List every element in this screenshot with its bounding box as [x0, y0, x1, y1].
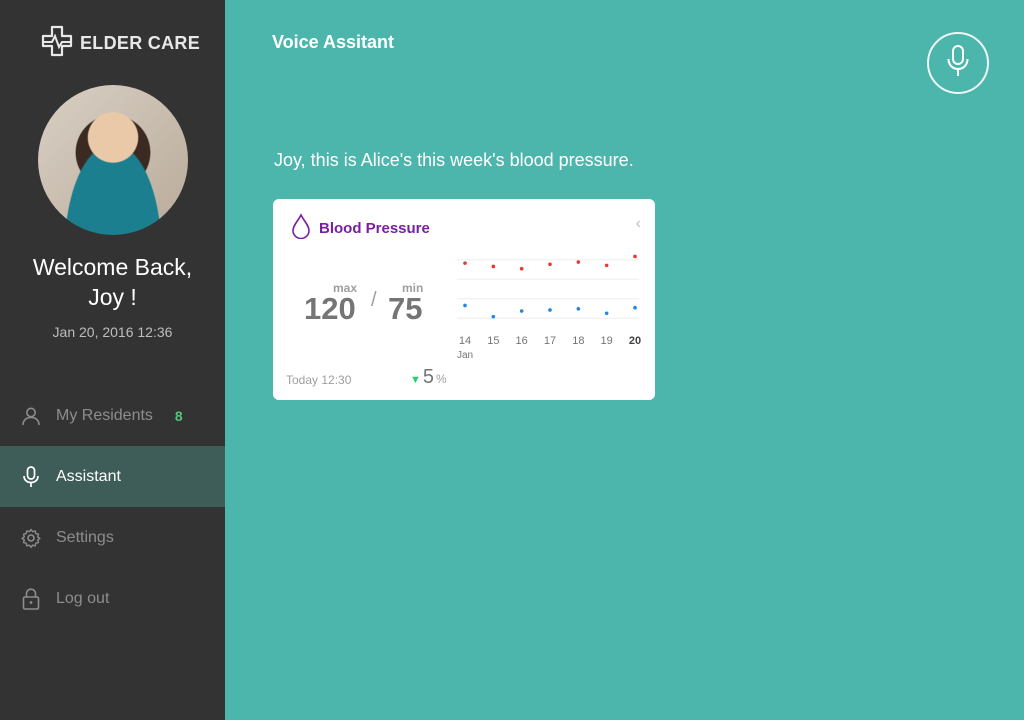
min-point: [633, 305, 637, 310]
welcome-line-2: Joy !: [88, 284, 137, 310]
sidebar-item-log-out[interactable]: Log out: [0, 568, 225, 629]
sidebar-item-label: Settings: [56, 528, 114, 546]
max-point: [548, 262, 552, 267]
avatar: [38, 85, 188, 235]
max-point: [576, 260, 581, 264]
current-datetime: Jan 20, 2016 12:36: [52, 324, 173, 340]
welcome-line-1: Welcome Back,: [32, 254, 193, 280]
sidebar-item-label: My Residents: [56, 406, 153, 424]
min-value: 75: [388, 291, 423, 326]
x-tick-label: 19: [601, 335, 613, 347]
value-separator: /: [371, 289, 377, 311]
card-header: Blood Pressure: [291, 213, 430, 244]
x-tick-label: 17: [544, 335, 556, 347]
residents-count-badge: 8: [174, 407, 183, 424]
sidebar-item-label: Assistant: [56, 467, 121, 485]
min-point: [491, 314, 496, 319]
x-tick-label: 15: [487, 335, 499, 347]
card-timestamp: Today 12:30: [286, 373, 352, 387]
x-tick-label: 16: [516, 335, 528, 347]
max-point: [491, 264, 496, 269]
min-point: [548, 308, 552, 312]
sidebar-nav: My Residents 8 Assistant Settings Log ou…: [0, 385, 225, 629]
assistant-message: Joy, this is Alice's this week's blood p…: [274, 150, 634, 170]
sidebar-item-my-residents[interactable]: My Residents 8: [0, 385, 225, 446]
card-title: Blood Pressure: [319, 220, 430, 237]
blood-drop-icon: [291, 213, 311, 244]
logo-text: ELDER CARE: [80, 32, 201, 53]
change-indicator: ▼ 5 %: [410, 366, 447, 389]
max-value: 120: [304, 291, 356, 326]
welcome-text: Welcome Back, Joy !: [0, 252, 225, 312]
max-point: [463, 261, 467, 265]
max-point: [519, 266, 524, 271]
min-point: [604, 311, 609, 316]
min-point: [519, 309, 524, 313]
max-point: [633, 254, 637, 259]
min-point: [463, 303, 467, 308]
microphone-icon: [946, 44, 970, 83]
user-icon: [20, 405, 42, 427]
change-unit: %: [436, 372, 447, 386]
page-title: Voice Assitant: [272, 32, 395, 52]
x-tick-label: 14: [459, 335, 471, 347]
blood-pressure-chart: 14 15 16 17 18 19 20 Jan: [457, 254, 641, 361]
month-label: Jan: [457, 350, 473, 361]
sidebar-item-assistant[interactable]: Assistant: [0, 446, 225, 507]
change-value: 5: [422, 366, 435, 388]
x-tick-label: 18: [572, 335, 584, 347]
sidebar: ELDER CARE Welcome Back, Joy ! Jan 20, 2…: [0, 0, 225, 720]
lock-icon: [20, 587, 42, 610]
sidebar-item-label: Log out: [56, 589, 110, 607]
x-tick-label: 20: [629, 335, 641, 347]
max-point: [604, 263, 609, 268]
chevron-left-icon[interactable]: ‹: [636, 215, 641, 233]
gear-icon: [20, 527, 42, 549]
triangle-down-icon: ▼: [410, 374, 421, 386]
blood-pressure-card[interactable]: Blood Pressure ‹ max min 120 / 75 14 15 16…: [273, 199, 655, 400]
heart-cross-logo-icon: [40, 24, 74, 63]
sidebar-item-settings[interactable]: Settings: [0, 507, 225, 568]
min-point: [576, 307, 581, 311]
app-logo[interactable]: ELDER CARE: [40, 24, 201, 63]
voice-input-button[interactable]: [927, 32, 989, 94]
microphone-icon: [20, 465, 42, 488]
